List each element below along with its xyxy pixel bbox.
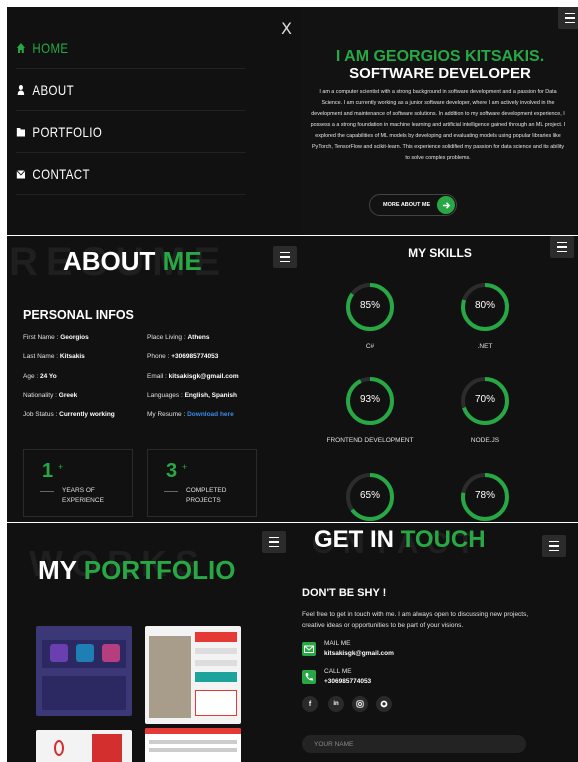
skill-percent: 65% [359, 490, 380, 501]
info-age: Age : 24 Yo [23, 373, 57, 380]
phone-icon [302, 670, 316, 684]
stat-projects: 3 + COMPLETED PROJECTS [147, 449, 257, 517]
skill-ring: 85% C# [320, 280, 420, 350]
menu-button[interactable] [262, 531, 286, 553]
info-phone: Phone : +306985774053 [147, 353, 219, 360]
portfolio-panel: WORKS MY PORTFOLIO [7, 523, 302, 762]
nav-item-label: ABOUT [32, 81, 75, 98]
info-languages: Languages : English, Spanish [147, 392, 237, 399]
info-nationality: Nationality : Greek [23, 392, 78, 399]
nav-item-label: CONTACT [32, 165, 90, 182]
hero-role: SOFTWARE DEVELOPER [349, 65, 531, 82]
more-about-me-button[interactable]: MORE ABOUT ME [369, 194, 457, 216]
nav-item-label: HOME [32, 39, 69, 56]
github-icon[interactable] [376, 696, 392, 712]
menu-button[interactable] [273, 246, 297, 268]
envelope-icon [16, 169, 26, 178]
linkedin-icon[interactable]: in [328, 696, 344, 712]
call-label: CALL ME [324, 668, 352, 675]
skill-ring: 78% [435, 470, 535, 522]
title-green: PORTFOLIO [83, 555, 236, 585]
hero-description: I am a computer scientist with a strong … [310, 89, 566, 161]
hamburger-icon [557, 241, 567, 244]
facebook-icon[interactable]: f [302, 696, 318, 712]
menu-button[interactable] [542, 535, 566, 557]
stat-experience: 1 + YEARS OF EXPERIENCE [23, 449, 133, 517]
hero-name: I AM GEORGIOS KITSAKIS. [335, 48, 545, 65]
portfolio-item[interactable] [145, 626, 241, 724]
section-title: GET IN TOUCH [314, 526, 486, 554]
name-input[interactable] [302, 735, 526, 753]
mail-label: MAIL ME [324, 640, 351, 647]
skill-percent: 85% [359, 300, 380, 311]
hamburger-icon [565, 12, 575, 15]
skill-name: NODE.JS [470, 437, 500, 444]
title-white: MY [38, 555, 77, 585]
title-white: ABOUT [63, 246, 156, 276]
nav-item-about[interactable]: ABOUT [16, 69, 246, 111]
skill-ring: 93% FRONTEND DEVELOPMENT [320, 374, 420, 444]
nav-item-portfolio[interactable]: PORTFOLIO [16, 111, 246, 153]
skill-percent: 78% [474, 490, 495, 501]
info-email: Email : kitsakisgk@gmail.com [147, 373, 239, 380]
portfolio-item[interactable] [36, 730, 132, 762]
skills-panel: MY SKILLS 85% C# 80% .NET 93% FRONTEND DEVELO… [302, 236, 578, 522]
skill-name: .NET [477, 343, 493, 350]
skill-percent: 70% [474, 394, 495, 405]
nav-panel: X HOME ABOUT PORTFOLIO CONTACT [7, 7, 302, 235]
skill-ring: 80% .NET [435, 280, 535, 350]
info-place: Place Living : Athens [147, 334, 210, 341]
close-button[interactable]: X [281, 19, 292, 38]
info-resume: My Resume : Download here [147, 411, 234, 418]
menu-button[interactable] [550, 236, 574, 258]
home-icon [16, 42, 26, 53]
contact-heading: DON'T BE SHY ! [302, 587, 387, 599]
personal-infos-title: PERSONAL INFOS [23, 308, 134, 322]
contact-panel: CONTACT GET IN TOUCH DON'T BE SHY ! Feel… [302, 523, 578, 762]
instagram-icon[interactable] [352, 696, 368, 712]
user-icon [17, 84, 25, 95]
hamburger-icon [280, 251, 290, 254]
contact-description: Feel free to get in touch with me. I am … [302, 611, 529, 629]
phone-value[interactable]: +306985774053 [324, 678, 371, 685]
skill-name: C# [365, 343, 375, 350]
info-job-status: Job Status : Currently working [23, 411, 115, 418]
info-first-name: First Name : Georgios [23, 334, 89, 341]
skill-ring: 70% NODE.JS [435, 374, 535, 444]
title-white: GET IN [314, 526, 395, 553]
skill-percent: 93% [359, 394, 380, 405]
download-resume-link[interactable]: Download here [187, 411, 234, 418]
skill-ring: 65% [320, 470, 420, 522]
section-title: MY PORTFOLIO [38, 555, 235, 586]
mail-icon [302, 642, 316, 656]
hero-panel: I AM GEORGIOS KITSAKIS. SOFTWARE DEVELOP… [302, 7, 578, 235]
about-panel: RESUME ABOUT ME PERSONAL INFOS First Nam… [7, 236, 302, 522]
info-last-name: Last Name : Kitsakis [23, 353, 85, 360]
portfolio-item[interactable] [36, 626, 132, 716]
hamburger-icon [269, 536, 279, 539]
menu-button[interactable] [558, 7, 578, 29]
mail-value[interactable]: kitsakisgk@gmail.com [324, 650, 394, 657]
skill-percent: 80% [474, 300, 495, 311]
skills-title: MY SKILLS [408, 246, 472, 260]
title-green: TOUCH [400, 526, 486, 553]
nav-item-label: PORTFOLIO [32, 123, 103, 140]
button-label: MORE ABOUT ME [383, 202, 431, 208]
nav-item-home[interactable]: HOME [16, 27, 246, 69]
nav-item-contact[interactable]: CONTACT [16, 153, 246, 195]
title-green: ME [162, 246, 202, 276]
hamburger-icon [549, 540, 559, 543]
arrow-right-icon [437, 196, 455, 214]
section-title: ABOUT ME [63, 246, 202, 277]
folder-icon [16, 127, 26, 136]
portfolio-item[interactable] [145, 728, 241, 762]
skill-name: FRONTEND DEVELOPMENT [326, 437, 414, 444]
